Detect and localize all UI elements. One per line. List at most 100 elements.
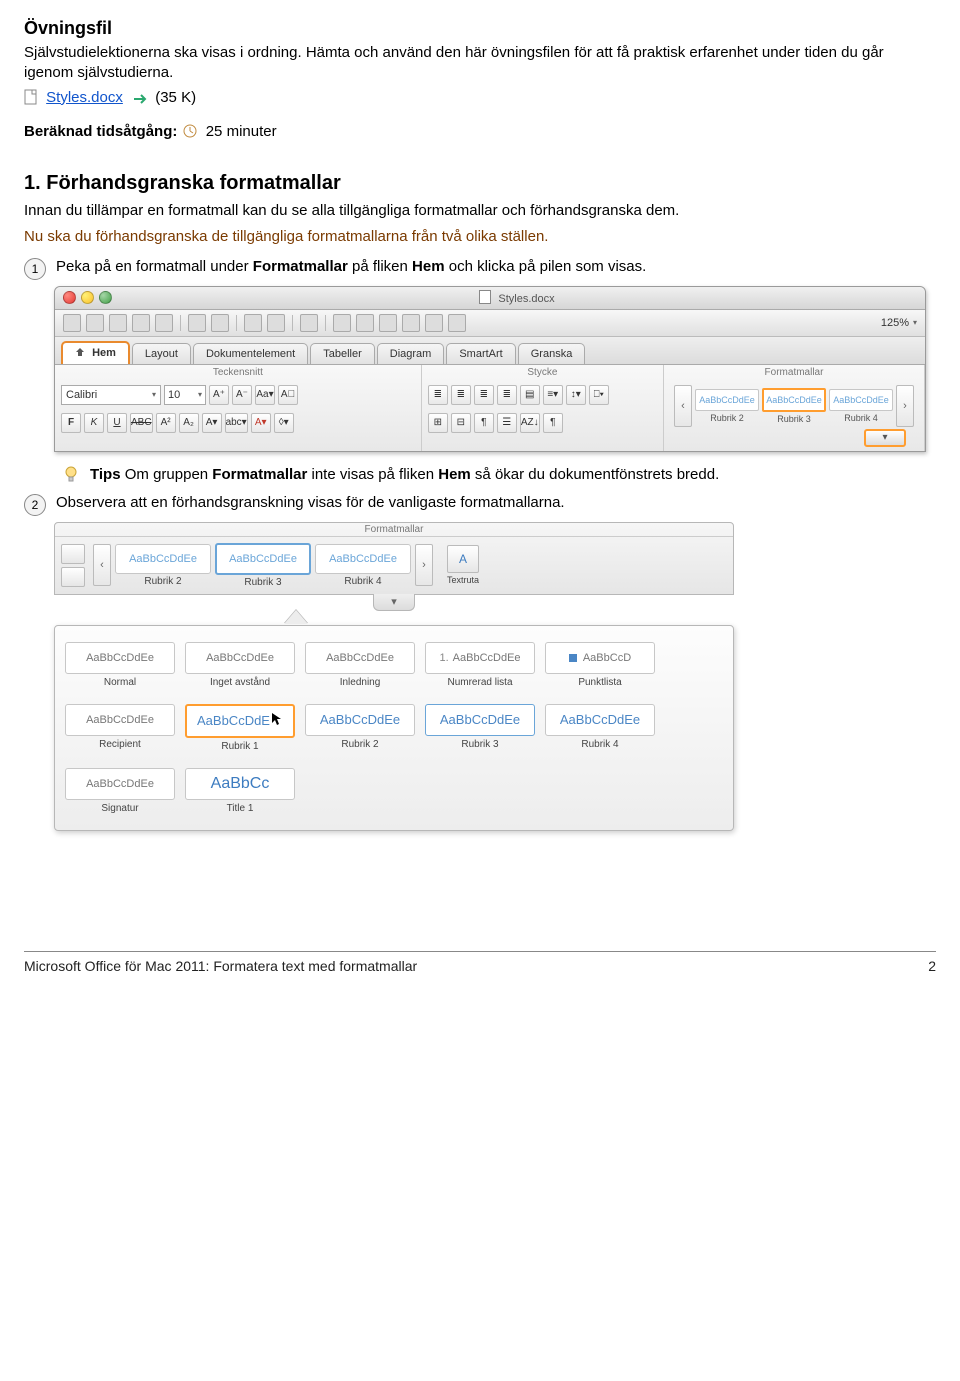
styles-scroll-left[interactable]: ‹ xyxy=(674,385,692,427)
zoom-control[interactable]: 125% ▾ xyxy=(881,317,917,329)
style-swatch[interactable]: AaBbCcDdEe Rubrik 2 xyxy=(695,389,759,423)
style-gallery-cell[interactable]: AaBbCcDdEeSignatur xyxy=(65,768,175,814)
qat-icon[interactable] xyxy=(188,314,206,332)
gallery-expand-chevron[interactable]: ▾ xyxy=(373,594,415,611)
qat-icon[interactable] xyxy=(109,314,127,332)
section-intro-2: Nu ska du förhandsgranska de tillgänglig… xyxy=(24,227,936,247)
styles-expand-arrow[interactable]: ▾ xyxy=(864,429,906,447)
qat-icon[interactable] xyxy=(155,314,173,332)
tab-diagram[interactable]: Diagram xyxy=(377,343,445,364)
style-gallery-cell[interactable]: AaBbCcTitle 1 xyxy=(185,768,295,814)
style-label: Rubrik 2 xyxy=(695,413,759,423)
tab-tabeller[interactable]: Tabeller xyxy=(310,343,375,364)
style-gallery-cell[interactable]: 1.AaBbCcDdEeNumrerad lista xyxy=(425,642,535,688)
tab-dokumentelement[interactable]: Dokumentelement xyxy=(193,343,308,364)
change-case-button[interactable]: Aa▾ xyxy=(255,385,275,405)
qat-icon[interactable] xyxy=(132,314,150,332)
font-color-button[interactable]: A▾ xyxy=(251,413,271,433)
style-gallery-cell[interactable]: AaBbCcDdEeInledning xyxy=(305,642,415,688)
style-gallery-cell[interactable]: AaBbCcDdEeRubrik 2 xyxy=(305,704,415,752)
qat-icon[interactable] xyxy=(379,314,397,332)
qat-icon[interactable] xyxy=(425,314,443,332)
grow-font-button[interactable]: A⁺ xyxy=(209,385,229,405)
italic-button[interactable]: K xyxy=(84,413,104,433)
sort-button[interactable]: AZ↓ xyxy=(520,413,540,433)
styles-scroll-right[interactable]: › xyxy=(896,385,914,427)
style-swatch[interactable]: AaBbCcDdEe Rubrik 4 xyxy=(315,544,411,587)
bold-button[interactable]: F xyxy=(61,413,81,433)
style-swatch[interactable]: AaBbCcDdEe Rubrik 2 xyxy=(115,544,211,587)
tip-b1: Formatmallar xyxy=(212,466,307,483)
bullets-button[interactable]: ≣ xyxy=(428,385,448,405)
font-name-dropdown[interactable]: Calibri ▾ xyxy=(61,385,161,405)
sort-icon[interactable] xyxy=(61,567,85,587)
qat-icon[interactable] xyxy=(267,314,285,332)
tip-post: så ökar du dokumentfönstrets bredd. xyxy=(471,466,719,483)
gallery-textbox-button[interactable]: A Textruta xyxy=(447,545,479,585)
qat-icon[interactable] xyxy=(211,314,229,332)
style-swatch[interactable]: AaBbCcDdEe Rubrik 4 xyxy=(829,389,893,423)
style-gallery-cell[interactable]: AaBbCcDdEeInget avstånd xyxy=(185,642,295,688)
justify-button[interactable]: ☰ xyxy=(497,413,517,433)
tab-granska[interactable]: Granska xyxy=(518,343,586,364)
font-size-dropdown[interactable]: 10 ▾ xyxy=(164,385,206,405)
zoom-traffic-light-icon[interactable] xyxy=(99,291,112,304)
highlight-button[interactable]: abc▾ xyxy=(225,413,248,433)
docname-text: Styles.docx xyxy=(498,293,554,305)
clear-format-button[interactable]: A⃠ xyxy=(278,385,298,405)
close-traffic-light-icon[interactable] xyxy=(63,291,76,304)
qat-icon[interactable] xyxy=(244,314,262,332)
shrink-font-button[interactable]: A⁻ xyxy=(232,385,252,405)
qat-icon[interactable] xyxy=(402,314,420,332)
gallery-scroll-right[interactable]: › xyxy=(415,544,433,586)
qat-icon[interactable] xyxy=(300,314,318,332)
indent-button[interactable]: ⊟ xyxy=(451,413,471,433)
border-button[interactable]: ⎕▾ xyxy=(589,385,609,405)
alignment-button[interactable]: ≣ xyxy=(497,385,517,405)
style-gallery-cell[interactable]: AaBbCcDdEeRecipient xyxy=(65,704,175,752)
separator xyxy=(180,315,181,331)
qat-icon[interactable] xyxy=(448,314,466,332)
tab-smartart[interactable]: SmartArt xyxy=(446,343,515,364)
qat-icon[interactable] xyxy=(333,314,351,332)
style-swatch[interactable]: AaBbCcDdEe Rubrik 3 xyxy=(215,543,311,588)
tip-row: Tips Om gruppen Formatmallar inte visas … xyxy=(64,466,936,484)
style-gallery-cell[interactable]: AaBbCcDPunktlista xyxy=(545,642,655,688)
style-label: Signatur xyxy=(65,803,175,814)
tip-b2: Hem xyxy=(438,466,471,483)
gallery-scroll-left[interactable]: ‹ xyxy=(93,544,111,586)
footer-page-number: 2 xyxy=(928,958,936,974)
style-gallery-cell[interactable]: AaBbCcDdERubrik 1 xyxy=(185,704,295,752)
tab-layout[interactable]: Layout xyxy=(132,343,191,364)
style-label: Rubrik 3 xyxy=(762,414,826,424)
strike-button[interactable]: ABC xyxy=(130,413,153,433)
qat-icon[interactable] xyxy=(86,314,104,332)
paragraph-dialog-button[interactable]: ¶ xyxy=(543,413,563,433)
style-swatch[interactable]: AaBbCcDdEe Rubrik 3 xyxy=(762,388,826,424)
shading-button[interactable]: ↕▾ xyxy=(566,385,586,405)
styles-pane-icon[interactable] xyxy=(61,544,85,564)
qat-icon[interactable] xyxy=(356,314,374,332)
show-paragraph-button[interactable]: ¶ xyxy=(474,413,494,433)
linespacing-button[interactable]: ≡▾ xyxy=(543,385,563,405)
font-dialog-button[interactable]: ◊▾ xyxy=(274,413,294,433)
footer-left: Microsoft Office för Mac 2011: Formatera… xyxy=(24,958,417,974)
style-sample: AaBbCcDdE xyxy=(185,704,295,738)
underline-button[interactable]: U xyxy=(107,413,127,433)
minimize-traffic-light-icon[interactable] xyxy=(81,291,94,304)
style-gallery-cell[interactable]: AaBbCcDdEeRubrik 4 xyxy=(545,704,655,752)
style-label: Normal xyxy=(65,677,175,688)
style-gallery-cell[interactable]: AaBbCcDdEeNormal xyxy=(65,642,175,688)
qat-icon[interactable] xyxy=(63,314,81,332)
multilevel-button[interactable]: ≣ xyxy=(474,385,494,405)
subscript-button[interactable]: A₂ xyxy=(179,413,199,433)
superscript-button[interactable]: A² xyxy=(156,413,176,433)
tab-hem[interactable]: Hem xyxy=(61,341,130,364)
group-font: Teckensnitt Calibri ▾ 10 ▾ A⁺ A⁻ Aa▾ A⃠ … xyxy=(55,365,422,451)
outdent-button[interactable]: ⊞ xyxy=(428,413,448,433)
text-effects-button[interactable]: A▾ xyxy=(202,413,222,433)
styles-docx-link[interactable]: Styles.docx xyxy=(46,89,123,106)
numbering-button[interactable]: ≣ xyxy=(451,385,471,405)
align-button[interactable]: ▤ xyxy=(520,385,540,405)
style-gallery-cell[interactable]: AaBbCcDdEeRubrik 3 xyxy=(425,704,535,752)
